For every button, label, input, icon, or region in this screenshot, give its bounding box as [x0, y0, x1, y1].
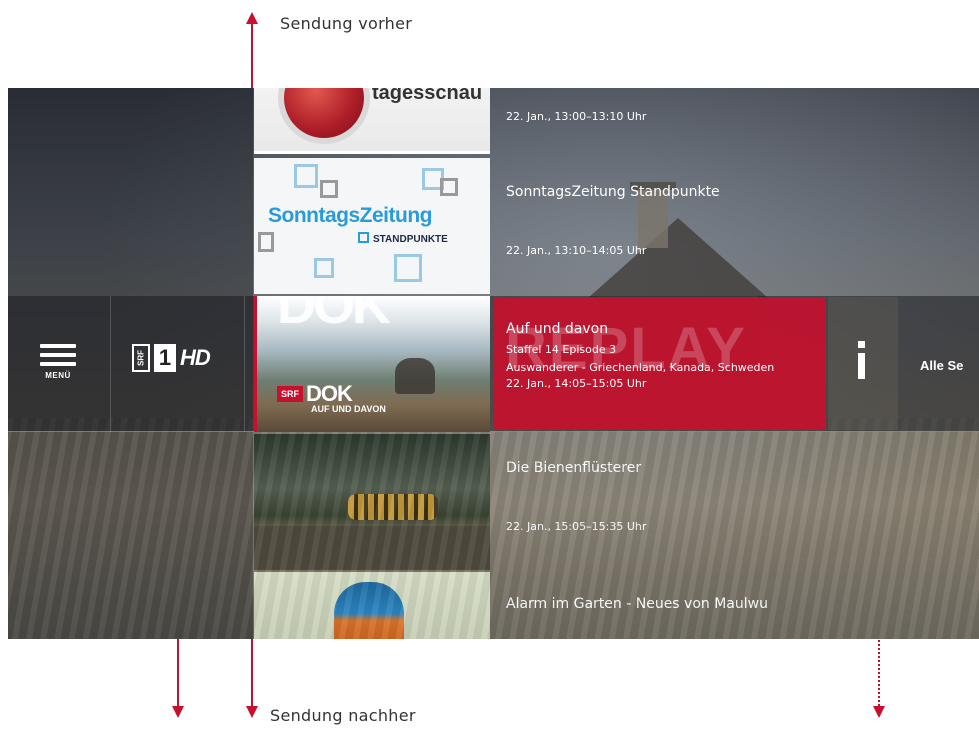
hamburger-icon-line: [40, 362, 76, 366]
divider: [244, 296, 245, 432]
info-icon: [856, 341, 866, 383]
channel-arrow-down-icon: [172, 706, 184, 718]
tagesschau-globe-icon: [284, 88, 364, 138]
program-title: SonntagsZeitung Standpunkte: [506, 184, 720, 200]
program-info-4[interactable]: Die Bienenflüsterer 22. Jan., 15:05–15:3…: [506, 460, 646, 533]
program-time: 22. Jan., 13:10–14:05 Uhr: [506, 244, 647, 257]
program-title: Die Bienenflüsterer: [506, 460, 642, 476]
bar-underline: [8, 431, 979, 432]
program-time: 22. Jan., 13:00–13:10 Uhr: [506, 110, 647, 123]
divider: [110, 296, 111, 432]
annotation-next-show: Sendung nachher: [270, 706, 416, 725]
people-silhouette: [395, 358, 435, 394]
tv-screen: MENÜ SRF 1 HD tagesschau SonntagsZeitung…: [8, 88, 979, 639]
kingfisher-illustration: [334, 582, 404, 639]
program-episode: Staffel 14 Episode 3: [506, 343, 617, 356]
decor-square: [320, 180, 338, 198]
srf-logo-text: SRF: [132, 344, 150, 372]
channel-number: 1: [154, 344, 176, 372]
program-thumbnail-5[interactable]: [254, 572, 490, 639]
program-time: 22. Jan., 15:05–15:35 Uhr: [506, 520, 647, 533]
thumbnail-logo-text: DOK: [277, 296, 391, 335]
thumbnail-logo-sub: STANDPUNKTE: [358, 232, 448, 245]
hamburger-icon: [40, 344, 76, 348]
decor-square: [294, 164, 318, 188]
program-info-2[interactable]: SonntagsZeitung Standpunkte 22. Jan., 13…: [506, 184, 720, 257]
decor-square: [440, 178, 458, 196]
hive-illustration: [254, 526, 490, 570]
decor-square: [314, 258, 334, 278]
badge-subtitle: AUF UND DAVON: [311, 404, 386, 414]
program-thumbnail-3-selected[interactable]: DOK SRF DOK AUF UND DAVON: [254, 296, 490, 432]
program-title: Alarm im Garten - Neues von Maulwu: [506, 596, 768, 612]
selected-program-info[interactable]: REPLAY Auf und davon Staffel 14 Episode …: [493, 297, 826, 430]
decor-square: [258, 232, 274, 252]
program-thumbnail-2[interactable]: SonntagsZeitung STANDPUNKTE: [254, 158, 490, 294]
thumbnail-logo-text: tagesschau: [372, 88, 483, 104]
program-thumbnail-1[interactable]: tagesschau: [254, 88, 490, 154]
thumbnail-logo-text: SonntagsZeitung: [268, 204, 433, 227]
all-shows-link[interactable]: Alle Se: [920, 358, 963, 373]
program-description: Auswanderer - Griechenland, Kanada, Schw…: [506, 361, 775, 374]
menu-label: MENÜ: [45, 371, 71, 380]
hd-label: HD: [180, 345, 211, 370]
bees-illustration: [348, 494, 438, 520]
arrow-down-icon: [246, 706, 258, 718]
menu-button[interactable]: MENÜ: [40, 344, 76, 394]
hamburger-icon-line: [40, 353, 76, 357]
program-info-5[interactable]: Alarm im Garten - Neues von Maulwu: [506, 596, 768, 612]
program-thumbnail-4[interactable]: [254, 434, 490, 570]
channel-logo[interactable]: SRF 1 HD: [132, 344, 211, 372]
program-time: 22. Jan., 14:05–15:05 Uhr: [506, 377, 647, 390]
program-title: Auf und davon: [506, 321, 609, 337]
program-info-1[interactable]: 22. Jan., 13:00–13:10 Uhr: [506, 110, 646, 123]
info-arrow-down-icon: [873, 706, 885, 718]
decor-square: [394, 254, 422, 282]
badge-srf: SRF: [277, 386, 303, 402]
info-button[interactable]: [828, 297, 898, 430]
annotation-previous-show: Sendung vorher: [280, 14, 413, 33]
srf-dok-badge: SRF DOK: [277, 381, 353, 406]
